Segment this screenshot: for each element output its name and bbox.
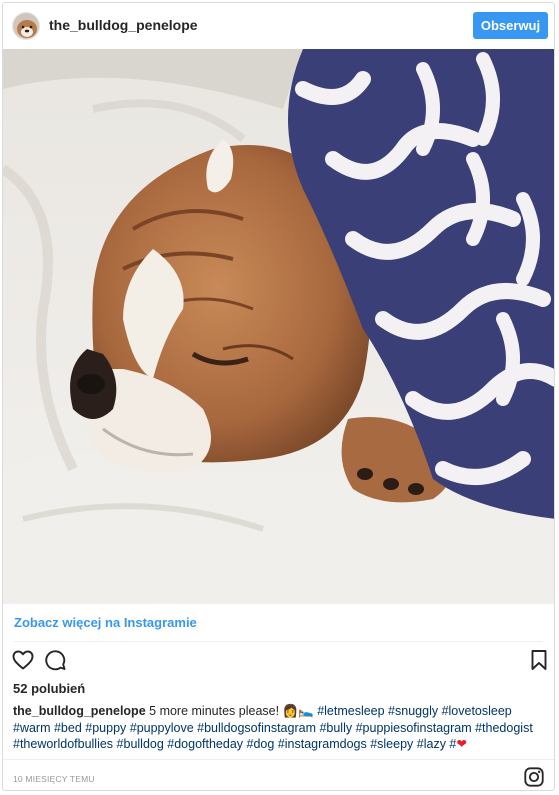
bookmark-icon[interactable] bbox=[527, 648, 553, 674]
speech-bubble-icon[interactable] bbox=[43, 648, 69, 674]
caption-username[interactable]: the_bulldog_penelope bbox=[13, 704, 146, 718]
divider bbox=[3, 759, 554, 760]
photo-image bbox=[3, 49, 554, 604]
heart-outline-icon[interactable] bbox=[11, 648, 37, 674]
follow-button[interactable]: Obserwuj bbox=[473, 12, 548, 39]
heart-emoji-icon: ❤ bbox=[456, 737, 467, 751]
post-header: the_bulldog_penelope Obserwuj bbox=[3, 3, 554, 49]
avatar[interactable] bbox=[12, 12, 40, 40]
caption-text: 5 more minutes please! bbox=[149, 704, 280, 718]
instagram-logo-icon[interactable] bbox=[523, 766, 545, 788]
action-bar bbox=[3, 648, 554, 678]
likes-count[interactable]: 52 polubień bbox=[13, 681, 85, 696]
divider bbox=[14, 641, 543, 642]
header-username[interactable]: the_bulldog_penelope bbox=[49, 17, 198, 33]
post-photo[interactable] bbox=[3, 49, 554, 604]
post-caption: the_bulldog_penelope 5 more minutes plea… bbox=[13, 703, 548, 753]
post-timestamp[interactable]: 10 MIESIĘCY TEMU bbox=[13, 774, 95, 784]
instagram-embed-card: the_bulldog_penelope Obserwuj Zobacz wię… bbox=[2, 2, 555, 791]
see-more-link[interactable]: Zobacz więcej na Instagramie bbox=[14, 615, 197, 630]
caption-emoji: 👩🛌 bbox=[282, 704, 314, 718]
